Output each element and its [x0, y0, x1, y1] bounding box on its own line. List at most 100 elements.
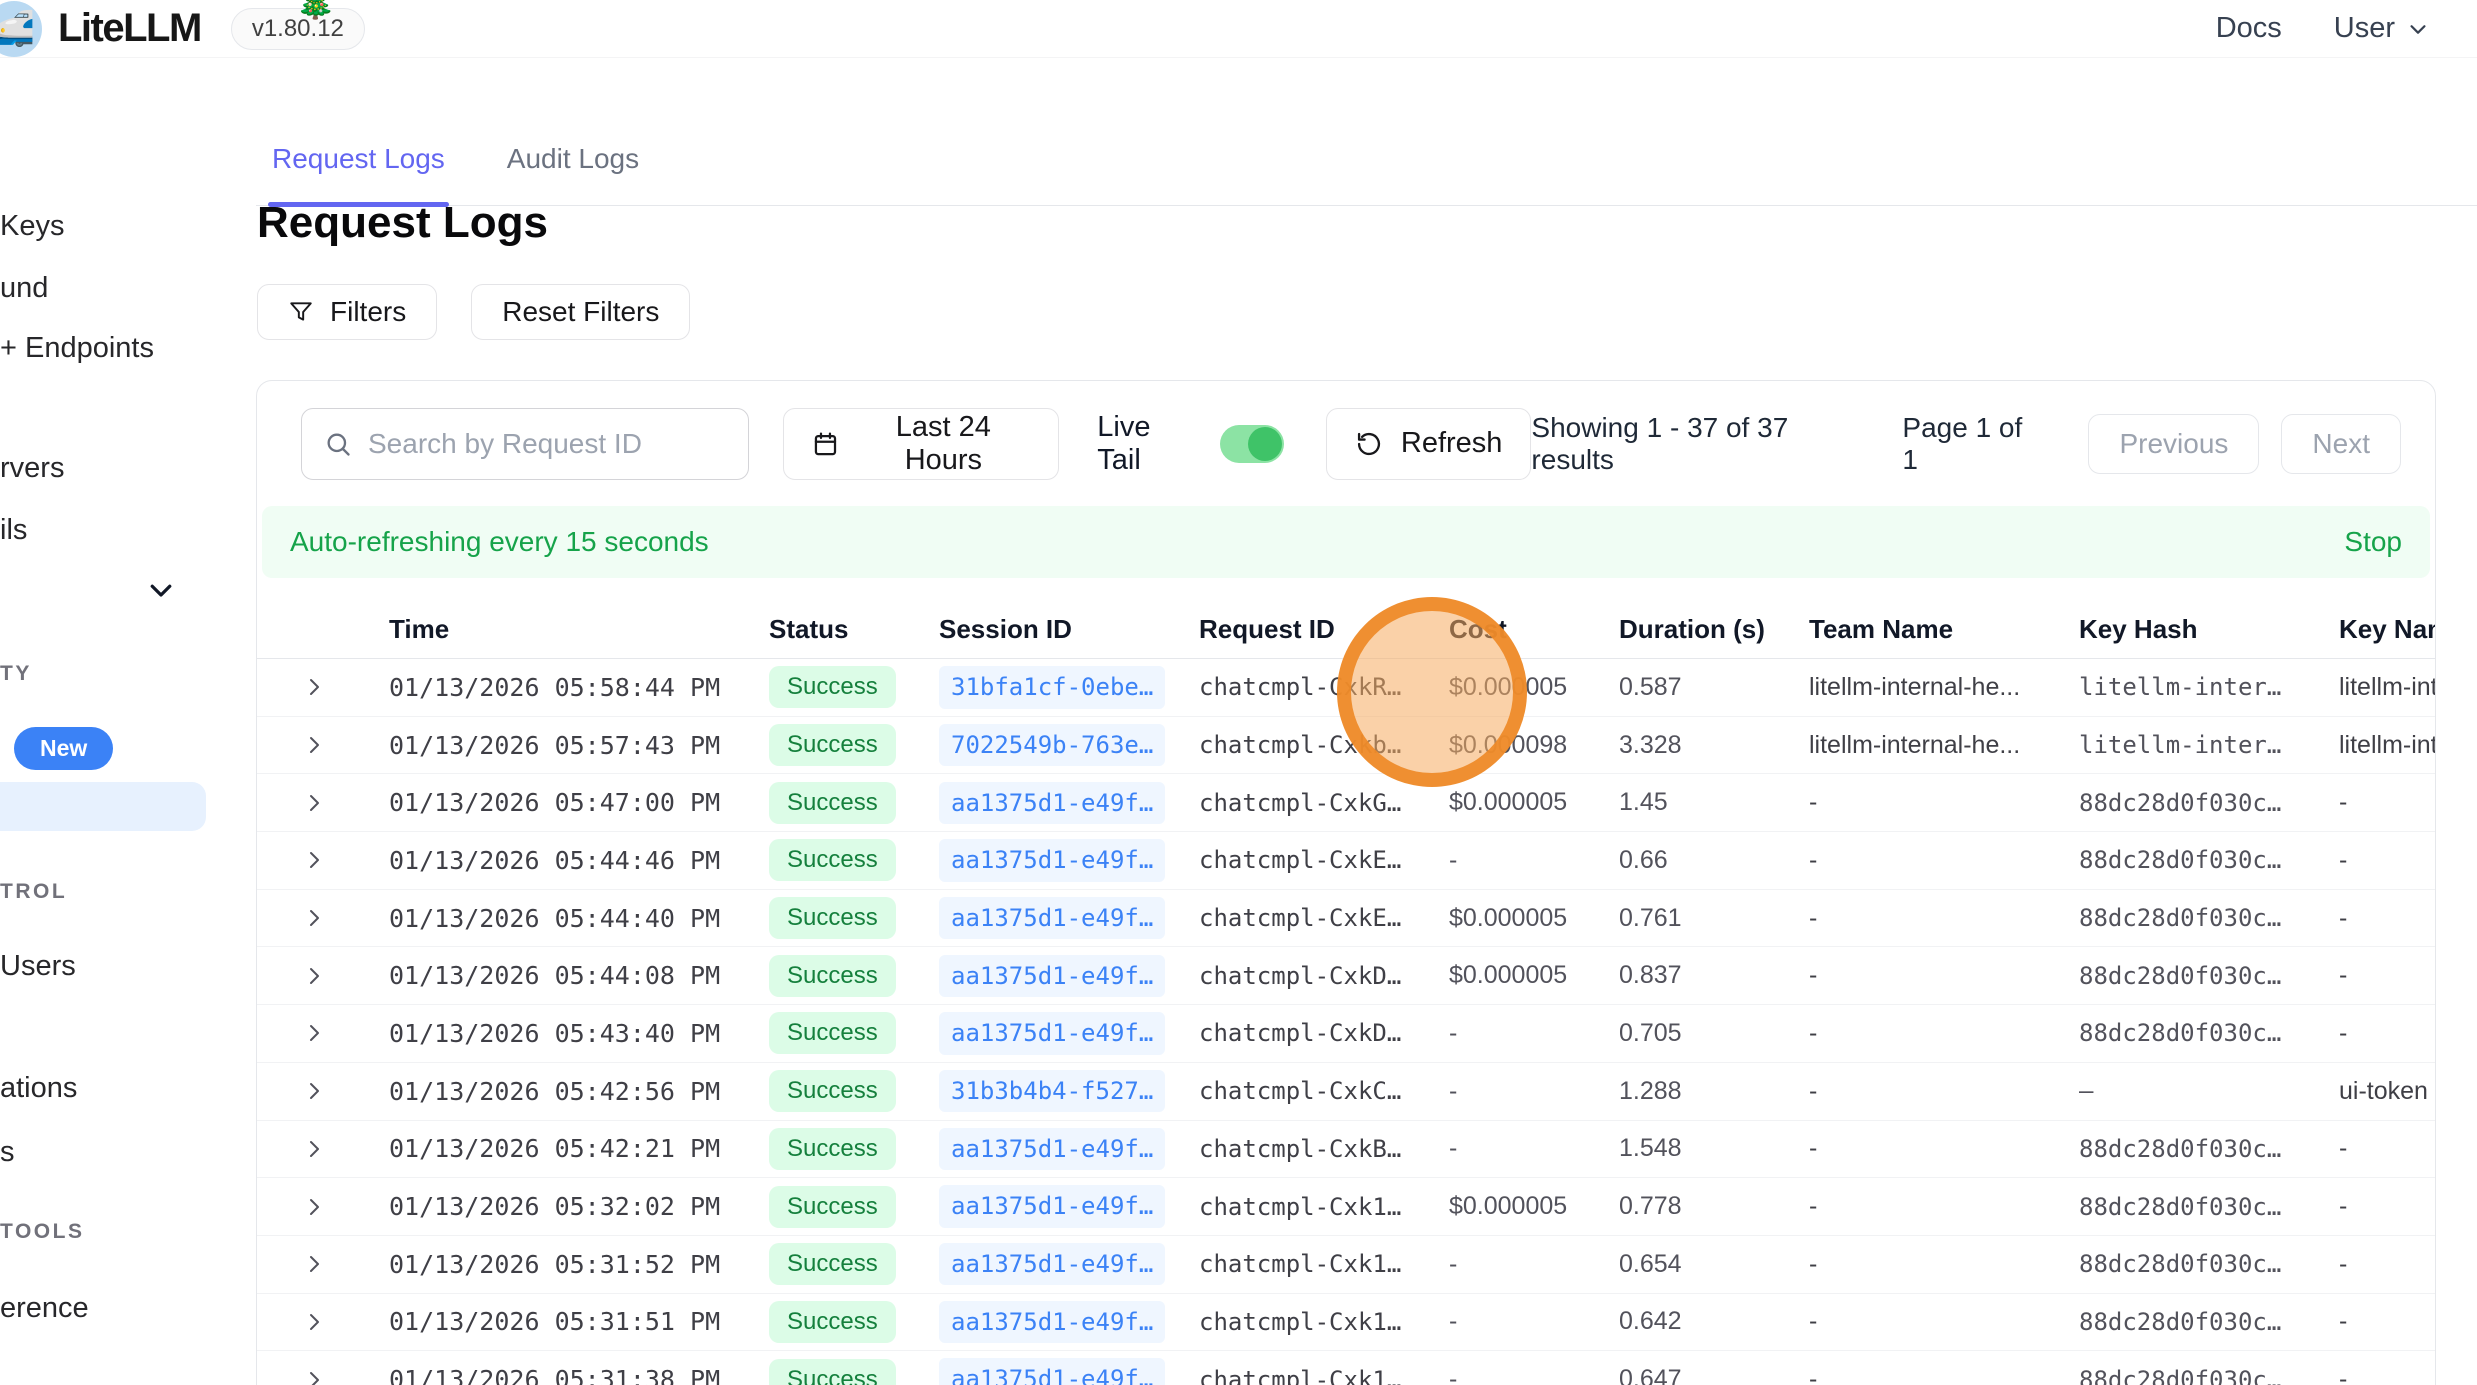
expand-row-button[interactable] [257, 1079, 371, 1103]
sidebar-section-label: TY [0, 662, 32, 686]
expand-row-button[interactable] [257, 733, 371, 757]
cost-cell: - [1431, 1307, 1601, 1336]
sidebar-item[interactable]: rvers [0, 452, 64, 485]
live-tail-toggle[interactable] [1220, 425, 1284, 463]
session-id-link[interactable]: aa1375d1-e49f… [939, 1301, 1165, 1343]
sidebar-item[interactable]: Users [0, 950, 76, 983]
key-name-cell: - [2321, 1250, 2436, 1279]
session-id-link[interactable]: aa1375d1-e49f… [939, 782, 1165, 824]
session-id-link[interactable]: aa1375d1-e49f… [939, 1358, 1165, 1385]
session-id-cell: aa1375d1-e49f… [921, 1243, 1181, 1285]
session-id-link[interactable]: aa1375d1-e49f… [939, 1243, 1165, 1285]
status-cell: Success [751, 1070, 921, 1112]
request-id-cell: chatcmpl-CxkC… [1181, 1077, 1431, 1105]
table-row: 01/13/2026 05:47:00 PMSuccessaa1375d1-e4… [257, 774, 2435, 832]
expand-row-button[interactable] [257, 1195, 371, 1219]
logs-tab-bar: Request Logs Audit Logs [256, 110, 2477, 206]
table-row: 01/13/2026 05:43:40 PMSuccessaa1375d1-e4… [257, 1005, 2435, 1063]
docs-link[interactable]: Docs [2216, 12, 2282, 45]
expand-row-button[interactable] [257, 906, 371, 930]
user-menu[interactable]: User [2334, 12, 2429, 45]
expand-row-button[interactable] [257, 848, 371, 872]
team-name-cell: litellm-internal-he... [1791, 673, 2061, 702]
sidebar-item[interactable]: + Endpoints [0, 332, 154, 365]
status-cell: Success [751, 1012, 921, 1054]
expand-row-button[interactable] [257, 675, 371, 699]
status-cell: Success [751, 782, 921, 824]
expand-row-button[interactable] [257, 1021, 371, 1045]
duration-cell: 0.587 [1601, 673, 1791, 702]
refresh-button[interactable]: Refresh [1326, 408, 1532, 480]
session-id-link[interactable]: aa1375d1-e49f… [939, 1128, 1165, 1170]
session-id-cell: aa1375d1-e49f… [921, 1012, 1181, 1054]
status-badge: Success [769, 666, 896, 708]
table-row: 01/13/2026 05:58:44 PMSuccess31bfa1cf-0e… [257, 659, 2435, 717]
key-name-cell: - [2321, 1365, 2436, 1385]
team-name-cell: - [1791, 961, 2061, 990]
expand-row-button[interactable] [257, 964, 371, 988]
status-cell: Success [751, 1186, 921, 1228]
duration-cell: 0.705 [1601, 1019, 1791, 1048]
filters-button[interactable]: Filters [257, 284, 437, 340]
session-id-link[interactable]: 31bfa1cf-0ebe… [939, 666, 1165, 708]
request-id-cell: chatcmpl-CxkG… [1181, 789, 1431, 817]
key-name-cell: - [2321, 846, 2436, 875]
time-cell: 01/13/2026 05:31:51 PM [371, 1307, 751, 1336]
request-id-cell: chatcmpl-Cxk1… [1181, 1366, 1431, 1385]
user-menu-label: User [2334, 12, 2395, 45]
session-id-link[interactable]: 31b3b4b4-f527… [939, 1070, 1165, 1112]
reset-filters-button[interactable]: Reset Filters [471, 284, 690, 340]
session-id-link[interactable]: aa1375d1-e49f… [939, 1012, 1165, 1054]
col-header-status: Status [751, 614, 921, 645]
tab-audit-logs[interactable]: Audit Logs [505, 143, 641, 205]
sidebar-selected-item[interactable] [0, 782, 206, 831]
sidebar-item[interactable]: ils [0, 514, 27, 547]
duration-cell: 0.647 [1601, 1365, 1791, 1385]
table-row: 01/13/2026 05:44:40 PMSuccessaa1375d1-e4… [257, 890, 2435, 948]
col-header-duration: Duration (s) [1601, 614, 1791, 645]
status-badge: Success [769, 782, 896, 824]
duration-cell: 1.288 [1601, 1077, 1791, 1106]
expand-row-button[interactable] [257, 1368, 371, 1385]
search-input[interactable] [368, 428, 726, 460]
time-cell: 01/13/2026 05:31:52 PM [371, 1250, 751, 1279]
cost-cell: $0.000005 [1431, 673, 1601, 702]
expand-row-button[interactable] [257, 1310, 371, 1334]
time-range-button[interactable]: Last 24 Hours [783, 408, 1060, 480]
session-id-cell: aa1375d1-e49f… [921, 1301, 1181, 1343]
session-id-cell: aa1375d1-e49f… [921, 839, 1181, 881]
col-header-key-hash: Key Hash [2061, 614, 2321, 645]
team-name-cell: - [1791, 1077, 2061, 1106]
request-id-cell: chatcmpl-Cxk1… [1181, 1193, 1431, 1221]
previous-page-button[interactable]: Previous [2088, 414, 2259, 474]
cost-cell: - [1431, 1077, 1601, 1106]
tab-request-logs[interactable]: Request Logs [270, 143, 447, 205]
expand-row-button[interactable] [257, 1137, 371, 1161]
table-row: 01/13/2026 05:44:46 PMSuccessaa1375d1-e4… [257, 832, 2435, 890]
session-id-link[interactable]: 7022549b-763e… [939, 724, 1165, 766]
session-id-link[interactable]: aa1375d1-e49f… [939, 1185, 1165, 1227]
sidebar-item[interactable]: erence [0, 1292, 89, 1325]
page-indicator: Page 1 of 1 [1902, 412, 2036, 476]
key-name-cell: litellm-internal [2321, 673, 2436, 702]
sidebar-nav: Keysund+ EndpointsrversilsTYNewTROLUsers… [0, 58, 230, 1385]
sidebar-collapse-chevron-icon[interactable] [146, 575, 176, 605]
next-page-button[interactable]: Next [2281, 414, 2401, 474]
sidebar-item[interactable]: Keys [0, 210, 64, 243]
brand-title: LiteLLM [58, 6, 201, 51]
sidebar-item[interactable]: s [0, 1136, 15, 1169]
time-cell: 01/13/2026 05:42:21 PM [371, 1134, 751, 1163]
session-id-link[interactable]: aa1375d1-e49f… [939, 839, 1165, 881]
session-id-link[interactable]: aa1375d1-e49f… [939, 897, 1165, 939]
stop-auto-refresh-link[interactable]: Stop [2344, 526, 2402, 558]
expand-row-button[interactable] [257, 791, 371, 815]
team-name-cell: - [1791, 1192, 2061, 1221]
sidebar-item[interactable]: und [0, 272, 48, 305]
auto-refresh-banner: Auto-refreshing every 15 seconds Stop [262, 506, 2430, 578]
sidebar-item[interactable]: ations [0, 1072, 77, 1105]
status-cell: Success [751, 1301, 921, 1343]
key-hash-cell: 88dc28d0f030c… [2061, 846, 2321, 874]
session-id-link[interactable]: aa1375d1-e49f… [939, 955, 1165, 997]
expand-row-button[interactable] [257, 1252, 371, 1276]
duration-cell: 0.642 [1601, 1307, 1791, 1336]
